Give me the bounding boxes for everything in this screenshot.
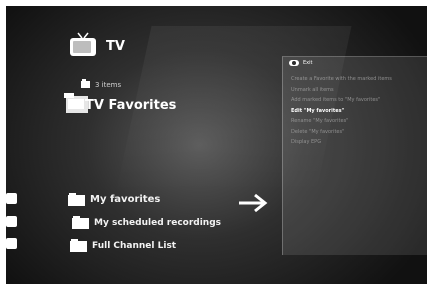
menu-item-display-epg[interactable]: Display EPG bbox=[291, 137, 392, 148]
context-menu-panel: Exit Create a Favorite with the marked i… bbox=[282, 56, 427, 255]
menu-item-delete-favorites[interactable]: Delete "My favorites" bbox=[291, 127, 392, 138]
folder-icon bbox=[70, 239, 87, 252]
media-center-screen: TV 3 items TV Favorites My favorites My … bbox=[6, 6, 427, 284]
items-count: 3 items bbox=[95, 81, 122, 89]
menu-item-edit-favorites[interactable]: Edit "My favorites" bbox=[291, 106, 392, 117]
list-item-label: My scheduled recordings bbox=[94, 217, 222, 228]
menu-item-add-marked[interactable]: Add marked items to "My favorites" bbox=[291, 95, 392, 106]
list-item-label: My favorites bbox=[90, 194, 161, 205]
menu-item-unmark-all[interactable]: Unmark all items bbox=[291, 85, 392, 96]
page-title: TV bbox=[106, 39, 125, 54]
list-tab-marker bbox=[6, 193, 17, 204]
tv-icon bbox=[70, 32, 96, 56]
list-item-my-scheduled-recordings[interactable]: My scheduled recordings bbox=[72, 216, 221, 229]
context-menu-list: Create a Favorite with the marked items … bbox=[291, 74, 392, 148]
exit-button[interactable]: Exit bbox=[289, 60, 312, 66]
list-item-label: Full Channel List bbox=[92, 240, 177, 251]
folder-icon bbox=[68, 193, 85, 206]
folder-icon bbox=[72, 216, 89, 229]
list-item-full-channel-list[interactable]: Full Channel List bbox=[70, 239, 176, 252]
list-tab-marker bbox=[6, 216, 17, 227]
menu-item-rename-favorites[interactable]: Rename "My favorites" bbox=[291, 116, 392, 127]
folder-title: TV Favorites bbox=[85, 98, 177, 113]
arrow-right-icon bbox=[239, 193, 268, 213]
items-count-icon bbox=[81, 79, 90, 88]
remote-button-icon bbox=[289, 60, 299, 66]
menu-item-create-favorite[interactable]: Create a Favorite with the marked items bbox=[291, 74, 392, 85]
list-tab-marker bbox=[6, 238, 17, 249]
list-item-my-favorites[interactable]: My favorites bbox=[68, 193, 160, 206]
exit-label: Exit bbox=[303, 60, 313, 66]
